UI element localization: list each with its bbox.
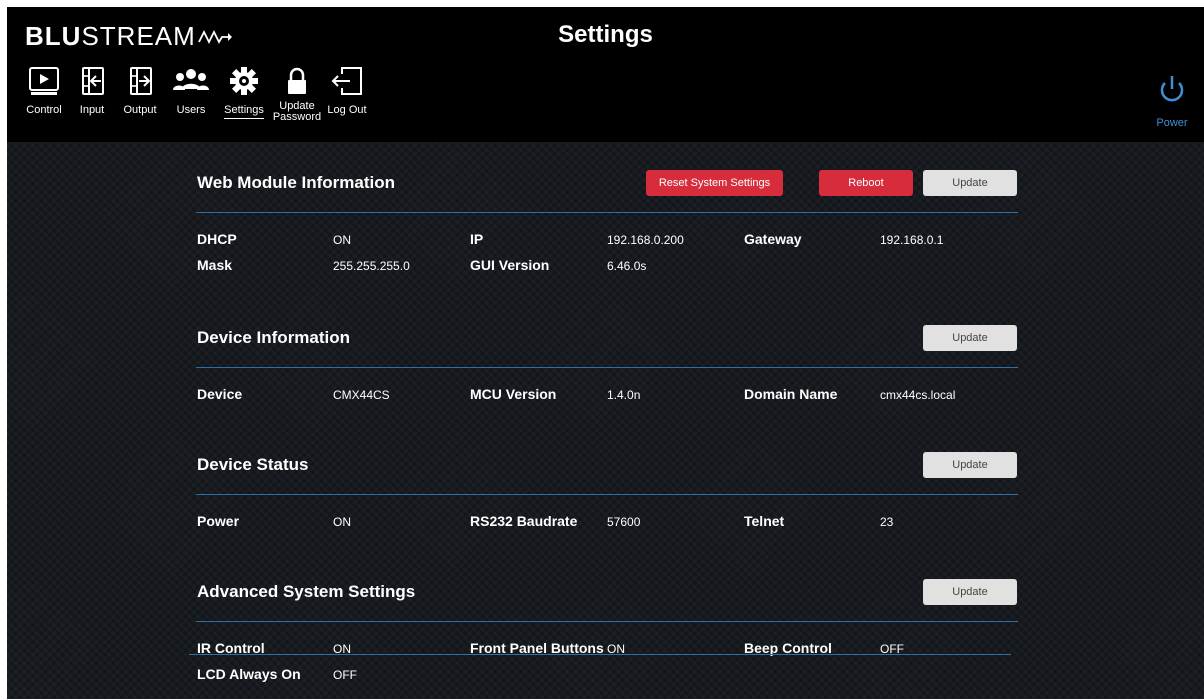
settings-content: Web Module Information Reset System Sett… [196,142,1018,688]
dhcp-value: ON [333,233,351,247]
dhcp-label: DHCP [197,231,237,247]
nav-item-control[interactable]: Control [20,65,68,123]
rs232-baudrate-value: 57600 [607,515,641,529]
rs232-baudrate-label: RS232 Baudrate [470,513,578,529]
field-row: LCD Always On OFF [196,662,1018,688]
gateway-value: 192.168.0.1 [880,233,944,247]
web-module-fields: DHCP ON IP 192.168.0.200 Gateway 192.168… [196,213,1018,297]
nav-label-control: Control [26,104,62,116]
advanced-system-settings-fields: IR Control ON Front Panel Buttons ON Bee… [196,622,1018,688]
domain-name-label: Domain Name [744,386,838,402]
power-label: Power [1156,117,1188,129]
web-module-section: Web Module Information Reset System Sett… [196,142,1018,297]
section-title: Device Status [197,455,309,474]
page-title: Settings [558,21,653,48]
mask-label: Mask [197,257,233,273]
nav-item-update-password[interactable]: Update Password [270,65,324,123]
advanced-system-settings-section: Advanced System Settings Update IR Contr… [196,551,1018,688]
gui-version-value: 6.46.0s [607,259,647,273]
telnet-label: Telnet [744,513,785,529]
field-row: DHCP ON IP 192.168.0.200 Gateway 192.168… [196,227,1018,253]
app-window: BLU STREAM Settings Control Input Output… [7,7,1204,699]
nav-item-input[interactable]: Input [68,65,116,123]
logout-icon [331,67,362,95]
domain-name-value: cmx44cs.local [880,388,956,402]
control-icon [29,67,59,95]
nav-label-output: Output [123,104,157,116]
device-status-header: Device Status Update [196,424,1018,495]
device-label: Device [197,386,243,402]
web-module-header: Web Module Information Reset System Sett… [196,142,1018,213]
advanced-system-settings-header: Advanced System Settings Update [196,551,1018,622]
power-status-label: Power [197,513,240,529]
device-information-section: Device Information Update Device CMX44CS… [196,297,1018,424]
input-icon [82,67,104,95]
device-status-fields: Power ON RS232 Baudrate 57600 Telnet 23 [196,495,1018,551]
update-button[interactable]: Update [923,170,1017,196]
gateway-label: Gateway [744,231,802,247]
mask-value: 255.255.255.0 [333,259,410,273]
power-status-value: ON [333,515,351,529]
gui-version-label: GUI Version [470,257,550,273]
device-information-fields: Device CMX44CS MCU Version 1.4.0n Domain… [196,368,1018,424]
nav-label-log-out: Log Out [327,104,367,116]
nav-label-update-password: Update Password [272,100,322,123]
reboot-button[interactable]: Reboot [819,170,913,196]
bottom-divider [189,654,1011,655]
update-button[interactable]: Update [923,325,1017,351]
device-value: CMX44CS [333,388,390,402]
output-icon [130,67,152,95]
nav-item-output[interactable]: Output [116,65,164,123]
lock-icon [288,67,306,94]
nav-item-users[interactable]: Users [164,65,218,123]
nav-label-settings: Settings [224,105,264,119]
section-title: Advanced System Settings [197,582,416,601]
field-row: IR Control ON Front Panel Buttons ON Bee… [196,636,1018,662]
lcd-always-on-label: LCD Always On [197,666,301,682]
header-bar: BLU STREAM Settings Control Input Output… [7,7,1204,142]
field-row: Power ON RS232 Baudrate 57600 Telnet 23 [196,509,1018,535]
gear-icon [230,67,258,95]
nav-item-log-out[interactable]: Log Out [324,65,370,123]
main-nav: Control Input Output Users Settings Upda… [20,65,370,123]
telnet-value: 23 [880,515,894,529]
nav-label-input: Input [79,104,105,116]
power-button[interactable]: Power [1148,73,1196,129]
lcd-always-on-value: OFF [333,668,357,682]
users-icon [173,69,209,90]
ip-label: IP [470,231,484,247]
update-button[interactable]: Update [923,452,1017,478]
update-button[interactable]: Update [923,579,1017,605]
power-icon [1160,76,1184,102]
nav-item-settings[interactable]: Settings [218,65,270,123]
mcu-version-label: MCU Version [470,386,557,402]
device-information-header: Device Information Update [196,297,1018,368]
device-status-section: Device Status Update Power ON RS232 Baud… [196,424,1018,551]
nav-label-users: Users [176,104,206,116]
field-row: Mask 255.255.255.0 GUI Version 6.46.0s [196,253,1018,279]
section-title: Device Information [197,328,351,347]
mcu-version-value: 1.4.0n [607,388,641,402]
ip-value: 192.168.0.200 [607,233,684,247]
section-title: Web Module Information [197,173,396,192]
field-row: Device CMX44CS MCU Version 1.4.0n Domain… [196,382,1018,408]
reset-system-settings-button[interactable]: Reset System Settings [646,170,783,196]
